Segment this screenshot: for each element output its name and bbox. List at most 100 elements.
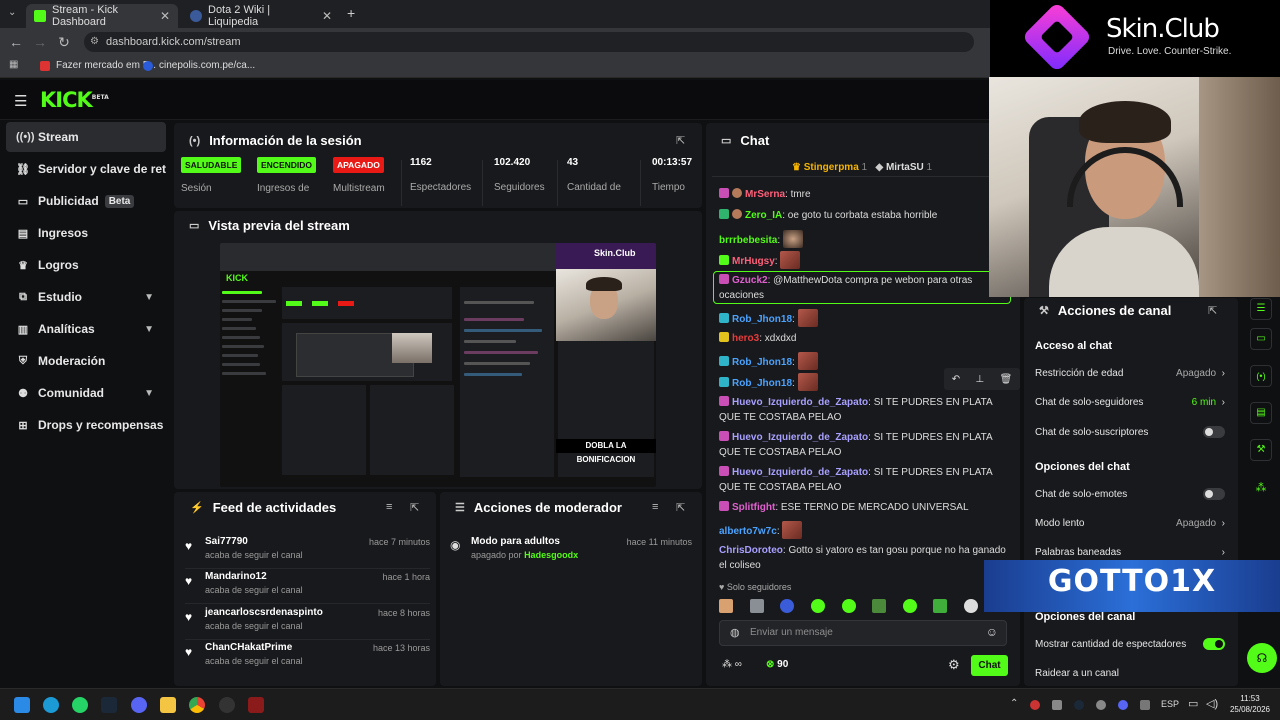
chat-username[interactable]: ChrisDoroteo bbox=[719, 545, 783, 556]
screen-icon[interactable]: ▤ bbox=[1250, 402, 1272, 424]
network-icon[interactable]: ▭ bbox=[1188, 697, 1198, 710]
feed-username[interactable]: Sai77790 bbox=[205, 536, 248, 547]
forward-arrow-icon[interactable]: → bbox=[28, 34, 52, 50]
chat-username[interactable]: Huevo_Izquierdo_de_Zapato bbox=[732, 397, 868, 408]
tray-chevron-icon[interactable]: ⌃ bbox=[1010, 698, 1018, 709]
tray-discord-icon[interactable] bbox=[1118, 700, 1128, 710]
pop-out-icon[interactable]: ⇱ bbox=[676, 501, 685, 514]
sidebar-item-stream[interactable]: ((•)) Stream bbox=[6, 122, 166, 152]
chat-username[interactable]: Rob_Jhon18 bbox=[732, 357, 792, 368]
followers-only-row[interactable]: Chat de solo-seguidores 6 min › bbox=[1035, 397, 1225, 408]
clock[interactable]: 11:53 25/08/2026 bbox=[1224, 693, 1276, 715]
feed-username[interactable]: jeancarloscsrdenaspinto bbox=[205, 607, 323, 618]
site-info-icon[interactable]: ⚙ bbox=[90, 32, 99, 52]
sidebar-item-drops[interactable]: ⊞ Drops y recompensas bbox=[6, 410, 166, 440]
reload-icon[interactable]: ↻ bbox=[52, 34, 76, 51]
emote-icon[interactable] bbox=[749, 599, 764, 613]
raid-channel-row[interactable]: Raidear a un canal bbox=[1035, 668, 1225, 679]
show-viewers-toggle[interactable] bbox=[1203, 638, 1225, 650]
sidebar-item-moderation[interactable]: ⛨ Moderación bbox=[6, 346, 166, 376]
steam-icon[interactable] bbox=[101, 697, 117, 713]
back-arrow-icon[interactable]: ← bbox=[4, 34, 28, 50]
slow-mode-row[interactable]: Modo lento Apagado › bbox=[1035, 518, 1225, 529]
subs-only-toggle[interactable] bbox=[1203, 426, 1225, 438]
feed-username[interactable]: ChanCHakatPrime bbox=[205, 642, 292, 653]
chat-username[interactable]: Rob_Jhon18 bbox=[732, 378, 792, 389]
hamburger-menu-icon[interactable]: ☰ bbox=[14, 92, 27, 110]
url-field[interactable]: ⚙ dashboard.kick.com/stream bbox=[84, 32, 974, 52]
points-balance[interactable]: ⊗ 90 bbox=[766, 659, 788, 670]
chat-username[interactable]: alberto7w7c bbox=[719, 526, 777, 537]
pinned-username[interactable]: Stingerpma bbox=[804, 162, 859, 173]
language-indicator[interactable]: ESP bbox=[1161, 699, 1179, 709]
filter-icon[interactable]: ≡ bbox=[652, 501, 658, 513]
tab-menu-icon[interactable]: ⌄ bbox=[8, 7, 16, 18]
sidebar-item-revenue[interactable]: ▤ Ingresos bbox=[6, 218, 166, 248]
stream-preview-video[interactable]: KICK Skin.Club DOBLA LA BONIFICACION bbox=[220, 243, 656, 487]
emotes-only-toggle[interactable] bbox=[1203, 488, 1225, 500]
pop-out-icon[interactable]: ⇱ bbox=[410, 501, 419, 514]
feed-username[interactable]: Mandarino12 bbox=[205, 571, 267, 582]
chat-input[interactable]: ◍ Enviar un mensaje ☺ bbox=[719, 620, 1007, 646]
volume-icon[interactable]: ◁) bbox=[1206, 697, 1218, 710]
sidebar-item-achievements[interactable]: ♛ Logros bbox=[6, 250, 166, 280]
folder-icon[interactable] bbox=[160, 697, 176, 713]
tab-liquipedia[interactable]: Dota 2 Wiki | Liquipedia ✕ bbox=[182, 4, 340, 28]
sidebar-item-stream-key[interactable]: ⛓ Servidor y clave de retransmisión bbox=[6, 154, 166, 184]
tab-kick-dashboard[interactable]: Stream - Kick Dashboard ✕ bbox=[26, 4, 178, 28]
age-restriction-row[interactable]: Restricción de edad Apagado › bbox=[1035, 368, 1225, 379]
close-tab-icon[interactable]: ✕ bbox=[322, 9, 332, 23]
emote-icon[interactable] bbox=[902, 599, 917, 613]
chrome-icon[interactable] bbox=[189, 697, 205, 713]
dota2-icon[interactable] bbox=[248, 697, 264, 713]
chat-username[interactable]: brrrbebesita bbox=[719, 235, 777, 246]
broadcast-icon[interactable]: (•) bbox=[1250, 365, 1272, 387]
reply-icon[interactable]: ↶ bbox=[952, 374, 960, 385]
sidebar-item-studio[interactable]: ⧉ Estudio ▼ bbox=[6, 282, 166, 312]
bookmark-item[interactable]: cinepolis.com.pe/ca... bbox=[143, 60, 255, 71]
tray-app-icon[interactable] bbox=[1096, 700, 1106, 710]
discord-icon[interactable] bbox=[131, 697, 147, 713]
pin-icon[interactable]: ⊥ bbox=[975, 374, 984, 385]
pinned-username[interactable]: MirtaSU bbox=[886, 162, 924, 173]
chat-username[interactable]: hero3 bbox=[732, 333, 759, 344]
kick-logo[interactable]: KICKBETA bbox=[40, 88, 109, 112]
emote-icon[interactable] bbox=[719, 599, 733, 613]
chat-username[interactable]: Rob_Jhon18 bbox=[732, 314, 792, 325]
bookmark-item[interactable]: Fazer mercado em F... bbox=[40, 60, 156, 71]
sidebar-item-analytics[interactable]: ▥ Analíticas ▼ bbox=[6, 314, 166, 344]
apps-grid-icon[interactable]: ▦ bbox=[9, 59, 18, 70]
send-chat-button[interactable]: Chat bbox=[971, 655, 1008, 676]
sidebar-item-community[interactable]: ⚉ Comunidad ▼ bbox=[6, 378, 166, 408]
filter-icon[interactable]: ≡ bbox=[386, 501, 392, 513]
app-icon[interactable] bbox=[219, 697, 235, 713]
chat-bubble-icon[interactable]: ▭ bbox=[1250, 328, 1272, 350]
tray-mic-icon[interactable] bbox=[1140, 700, 1150, 710]
emoji-picker-icon[interactable]: ☺ bbox=[986, 625, 998, 639]
whatsapp-icon[interactable] bbox=[72, 697, 88, 713]
chat-username[interactable]: Zero_IA bbox=[745, 210, 782, 221]
tray-app-icon[interactable] bbox=[1030, 700, 1040, 710]
sidebar-item-ads[interactable]: ▭ Publicidad Beta bbox=[6, 186, 166, 216]
emote-icon[interactable] bbox=[872, 599, 887, 613]
chat-username[interactable]: MrSerna bbox=[745, 189, 785, 200]
emote-icon[interactable] bbox=[841, 599, 856, 613]
list-icon[interactable]: ☰ bbox=[1250, 298, 1272, 320]
windows-start-icon[interactable] bbox=[14, 697, 30, 713]
new-tab-icon[interactable]: + bbox=[347, 5, 355, 21]
emote-icon[interactable] bbox=[964, 599, 978, 613]
chat-username[interactable]: Huevo_Izquierdo_de_Zapato bbox=[732, 432, 868, 443]
pop-out-icon[interactable]: ⇱ bbox=[676, 134, 685, 147]
chat-username[interactable]: Splitfight bbox=[732, 502, 775, 513]
delete-icon[interactable]: 🗑 bbox=[1000, 374, 1013, 385]
wrench-icon[interactable]: ⚒ bbox=[1250, 439, 1272, 461]
chat-username[interactable]: MrHugsy bbox=[732, 256, 775, 267]
emote-icon[interactable] bbox=[933, 599, 948, 613]
close-tab-icon[interactable]: ✕ bbox=[160, 9, 170, 23]
pop-out-icon[interactable]: ⇱ bbox=[1208, 304, 1217, 317]
banned-words-row[interactable]: Palabras baneadas › bbox=[1035, 547, 1225, 558]
settings-gear-icon[interactable]: ⚙ bbox=[948, 657, 960, 673]
emote-icon[interactable] bbox=[810, 599, 825, 613]
tray-app-icon[interactable] bbox=[1052, 700, 1062, 710]
edge-icon[interactable] bbox=[43, 697, 59, 713]
